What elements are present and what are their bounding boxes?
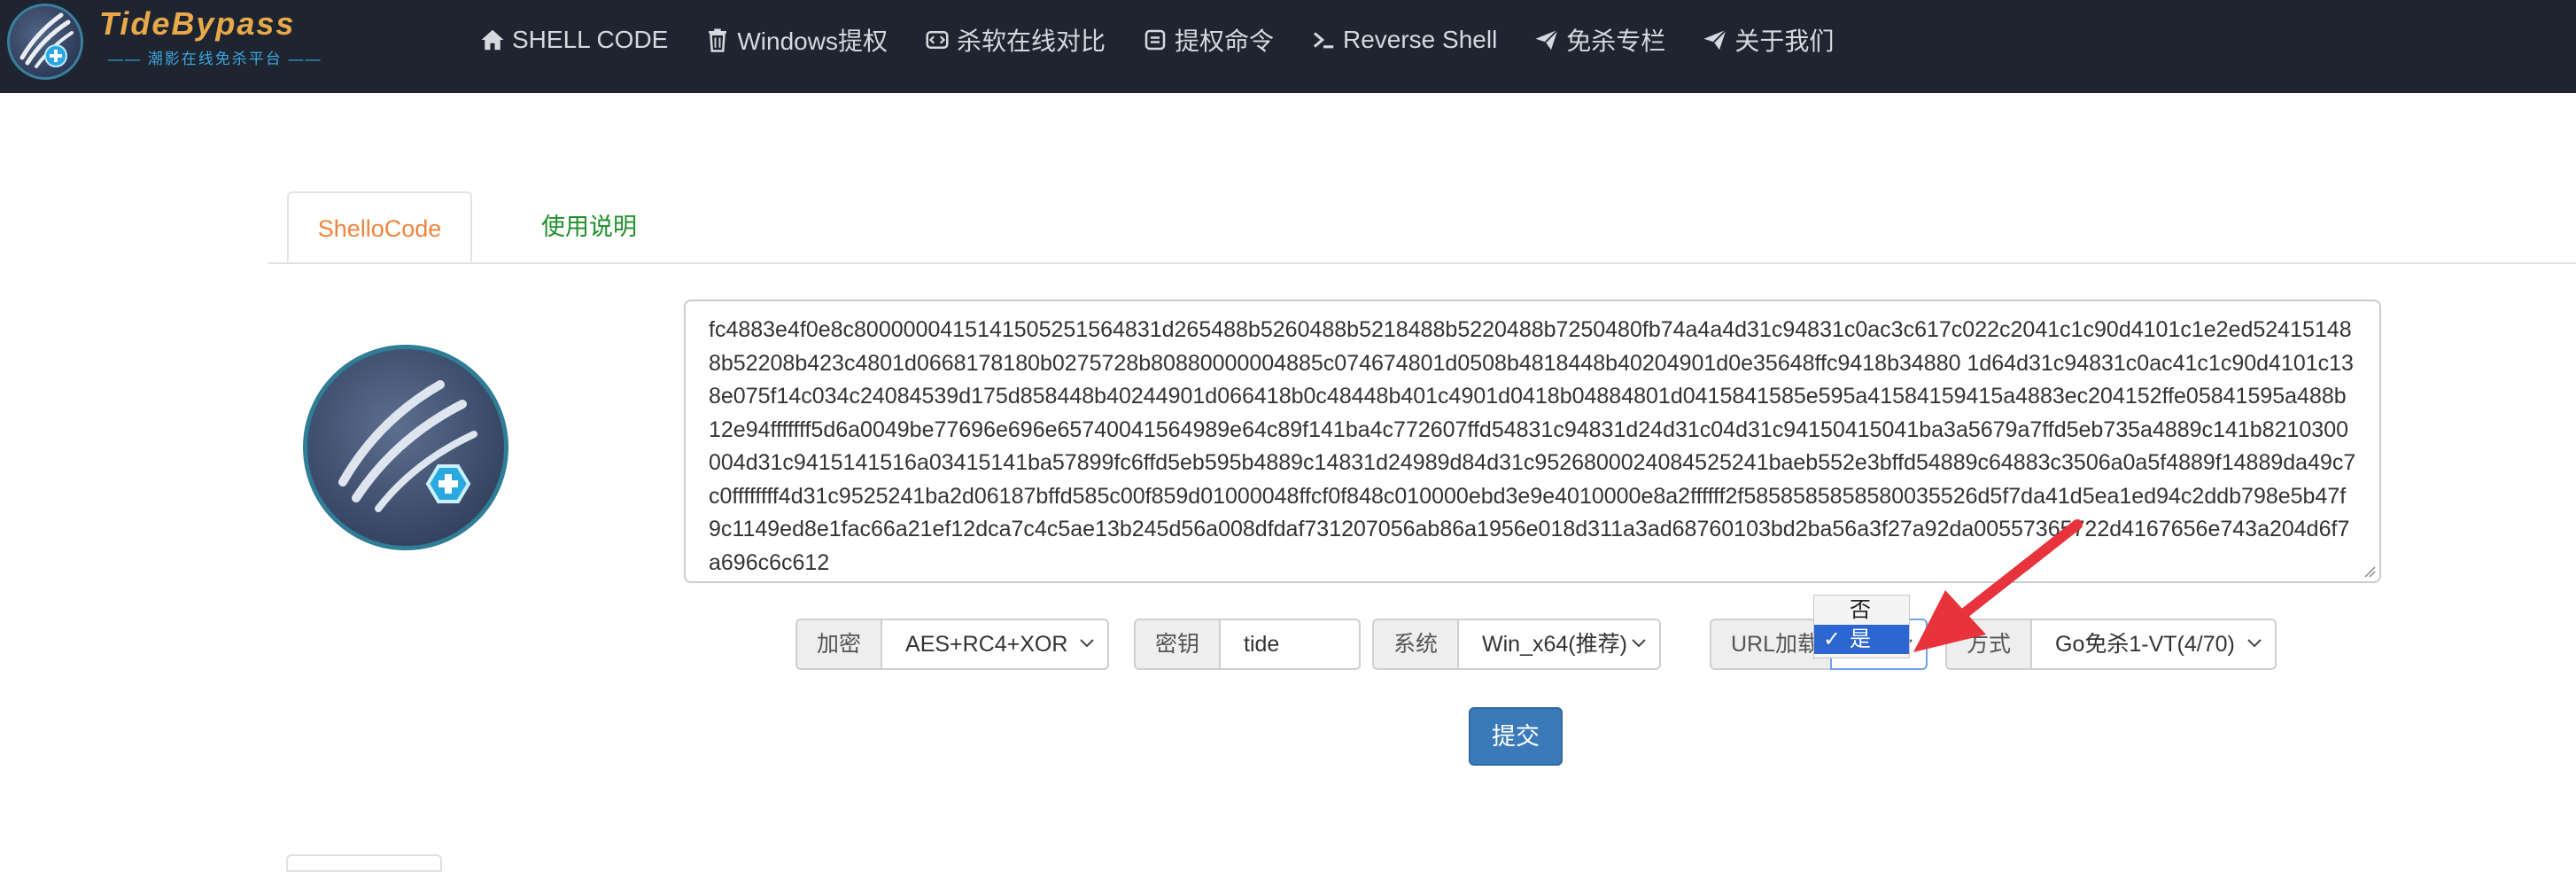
nav-item-reverse-shell[interactable]: Reverse Shell <box>1309 26 1497 54</box>
encrypt-label: 加密 <box>795 619 881 670</box>
dropdown-option-yes[interactable]: ✓ 是 <box>1814 625 1909 654</box>
url-load-label: URL加载 <box>1710 619 1830 670</box>
chevron-down-icon <box>2247 639 2262 648</box>
system-label: 系统 <box>1372 619 1458 670</box>
encrypt-select[interactable]: AES+RC4+XOR <box>881 619 1110 670</box>
claw-logo-image <box>303 345 508 550</box>
logo-icon[interactable] <box>7 4 83 80</box>
square-box-icon <box>1141 26 1169 54</box>
key-group: 密钥 tide <box>1134 619 1362 670</box>
resize-handle-icon[interactable] <box>2363 565 2376 578</box>
key-label: 密钥 <box>1134 619 1220 670</box>
nav-item-label: 杀软在线对比 <box>956 27 1106 55</box>
brand-title[interactable]: TideBypass <box>99 5 295 43</box>
key-value: tide <box>1244 632 1280 657</box>
terminal-icon <box>1309 26 1338 54</box>
brand-subtitle: —— 潮影在线免杀平台 —— <box>108 51 322 67</box>
system-select[interactable]: Win_x64(推荐) <box>1457 619 1662 670</box>
tab-shellcode[interactable]: ShelloCode <box>287 191 472 262</box>
nav-item-privesc-commands[interactable]: 提权命令 <box>1141 22 1274 58</box>
nav-item-shellcode[interactable]: SHELL CODE <box>478 26 668 54</box>
trash-icon <box>703 26 732 54</box>
option-label: 是 <box>1850 627 1871 651</box>
url-load-dropdown: 否 ✓ 是 <box>1813 595 1910 658</box>
red-arrow-annotation <box>1913 519 2083 652</box>
send-icon <box>1701 26 1729 54</box>
key-input[interactable]: tide <box>1219 619 1362 670</box>
nav-item-windows-privesc[interactable]: Windows提权 <box>703 22 888 58</box>
shellcode-text: fc4883e4f0e8c8000000415141505251564831d2… <box>709 317 2356 575</box>
top-navbar: TideBypass —— 潮影在线免杀平台 —— SHELL CODE Win… <box>0 0 2576 93</box>
nav-item-label: Windows提权 <box>737 27 888 55</box>
nav-item-av-compare[interactable]: 杀软在线对比 <box>923 22 1106 58</box>
dropdown-option-no[interactable]: 否 <box>1814 596 1909 625</box>
chevron-down-icon <box>1632 639 1646 648</box>
tab-usage[interactable]: 使用说明 <box>513 191 665 262</box>
send-icon <box>1532 26 1561 54</box>
checkmark-icon: ✓ <box>1823 627 1842 651</box>
submit-button[interactable]: 提交 <box>1469 707 1563 766</box>
bottom-panel-edge <box>286 854 442 872</box>
nav-item-label: 提权命令 <box>1174 27 1274 55</box>
nav-item-label: SHELL CODE <box>512 26 669 53</box>
nav-item-label: Reverse Shell <box>1342 26 1498 53</box>
nav-item-bypass-column[interactable]: 免杀专栏 <box>1532 22 1665 58</box>
system-group: 系统 Win_x64(推荐) <box>1372 619 1662 670</box>
tab-bar: ShelloCode 使用说明 <box>268 191 2576 264</box>
system-value: Win_x64(推荐) <box>1482 632 1627 657</box>
code-box-icon <box>923 26 951 54</box>
shellcode-textarea[interactable]: fc4883e4f0e8c8000000415141505251564831d2… <box>684 300 2381 583</box>
nav-menu: SHELL CODE Windows提权 杀软在线对比 提权命令 Reverse… <box>478 0 1869 80</box>
nav-item-label: 关于我们 <box>1734 27 1835 55</box>
home-icon <box>478 26 507 54</box>
encrypt-value: AES+RC4+XOR <box>905 632 1068 657</box>
nav-item-label: 免杀专栏 <box>1566 27 1666 55</box>
encrypt-group: 加密 AES+RC4+XOR <box>795 619 1110 670</box>
option-label: 否 <box>1850 598 1871 622</box>
nav-item-about[interactable]: 关于我们 <box>1701 22 1834 58</box>
chevron-down-icon <box>1080 639 1094 648</box>
